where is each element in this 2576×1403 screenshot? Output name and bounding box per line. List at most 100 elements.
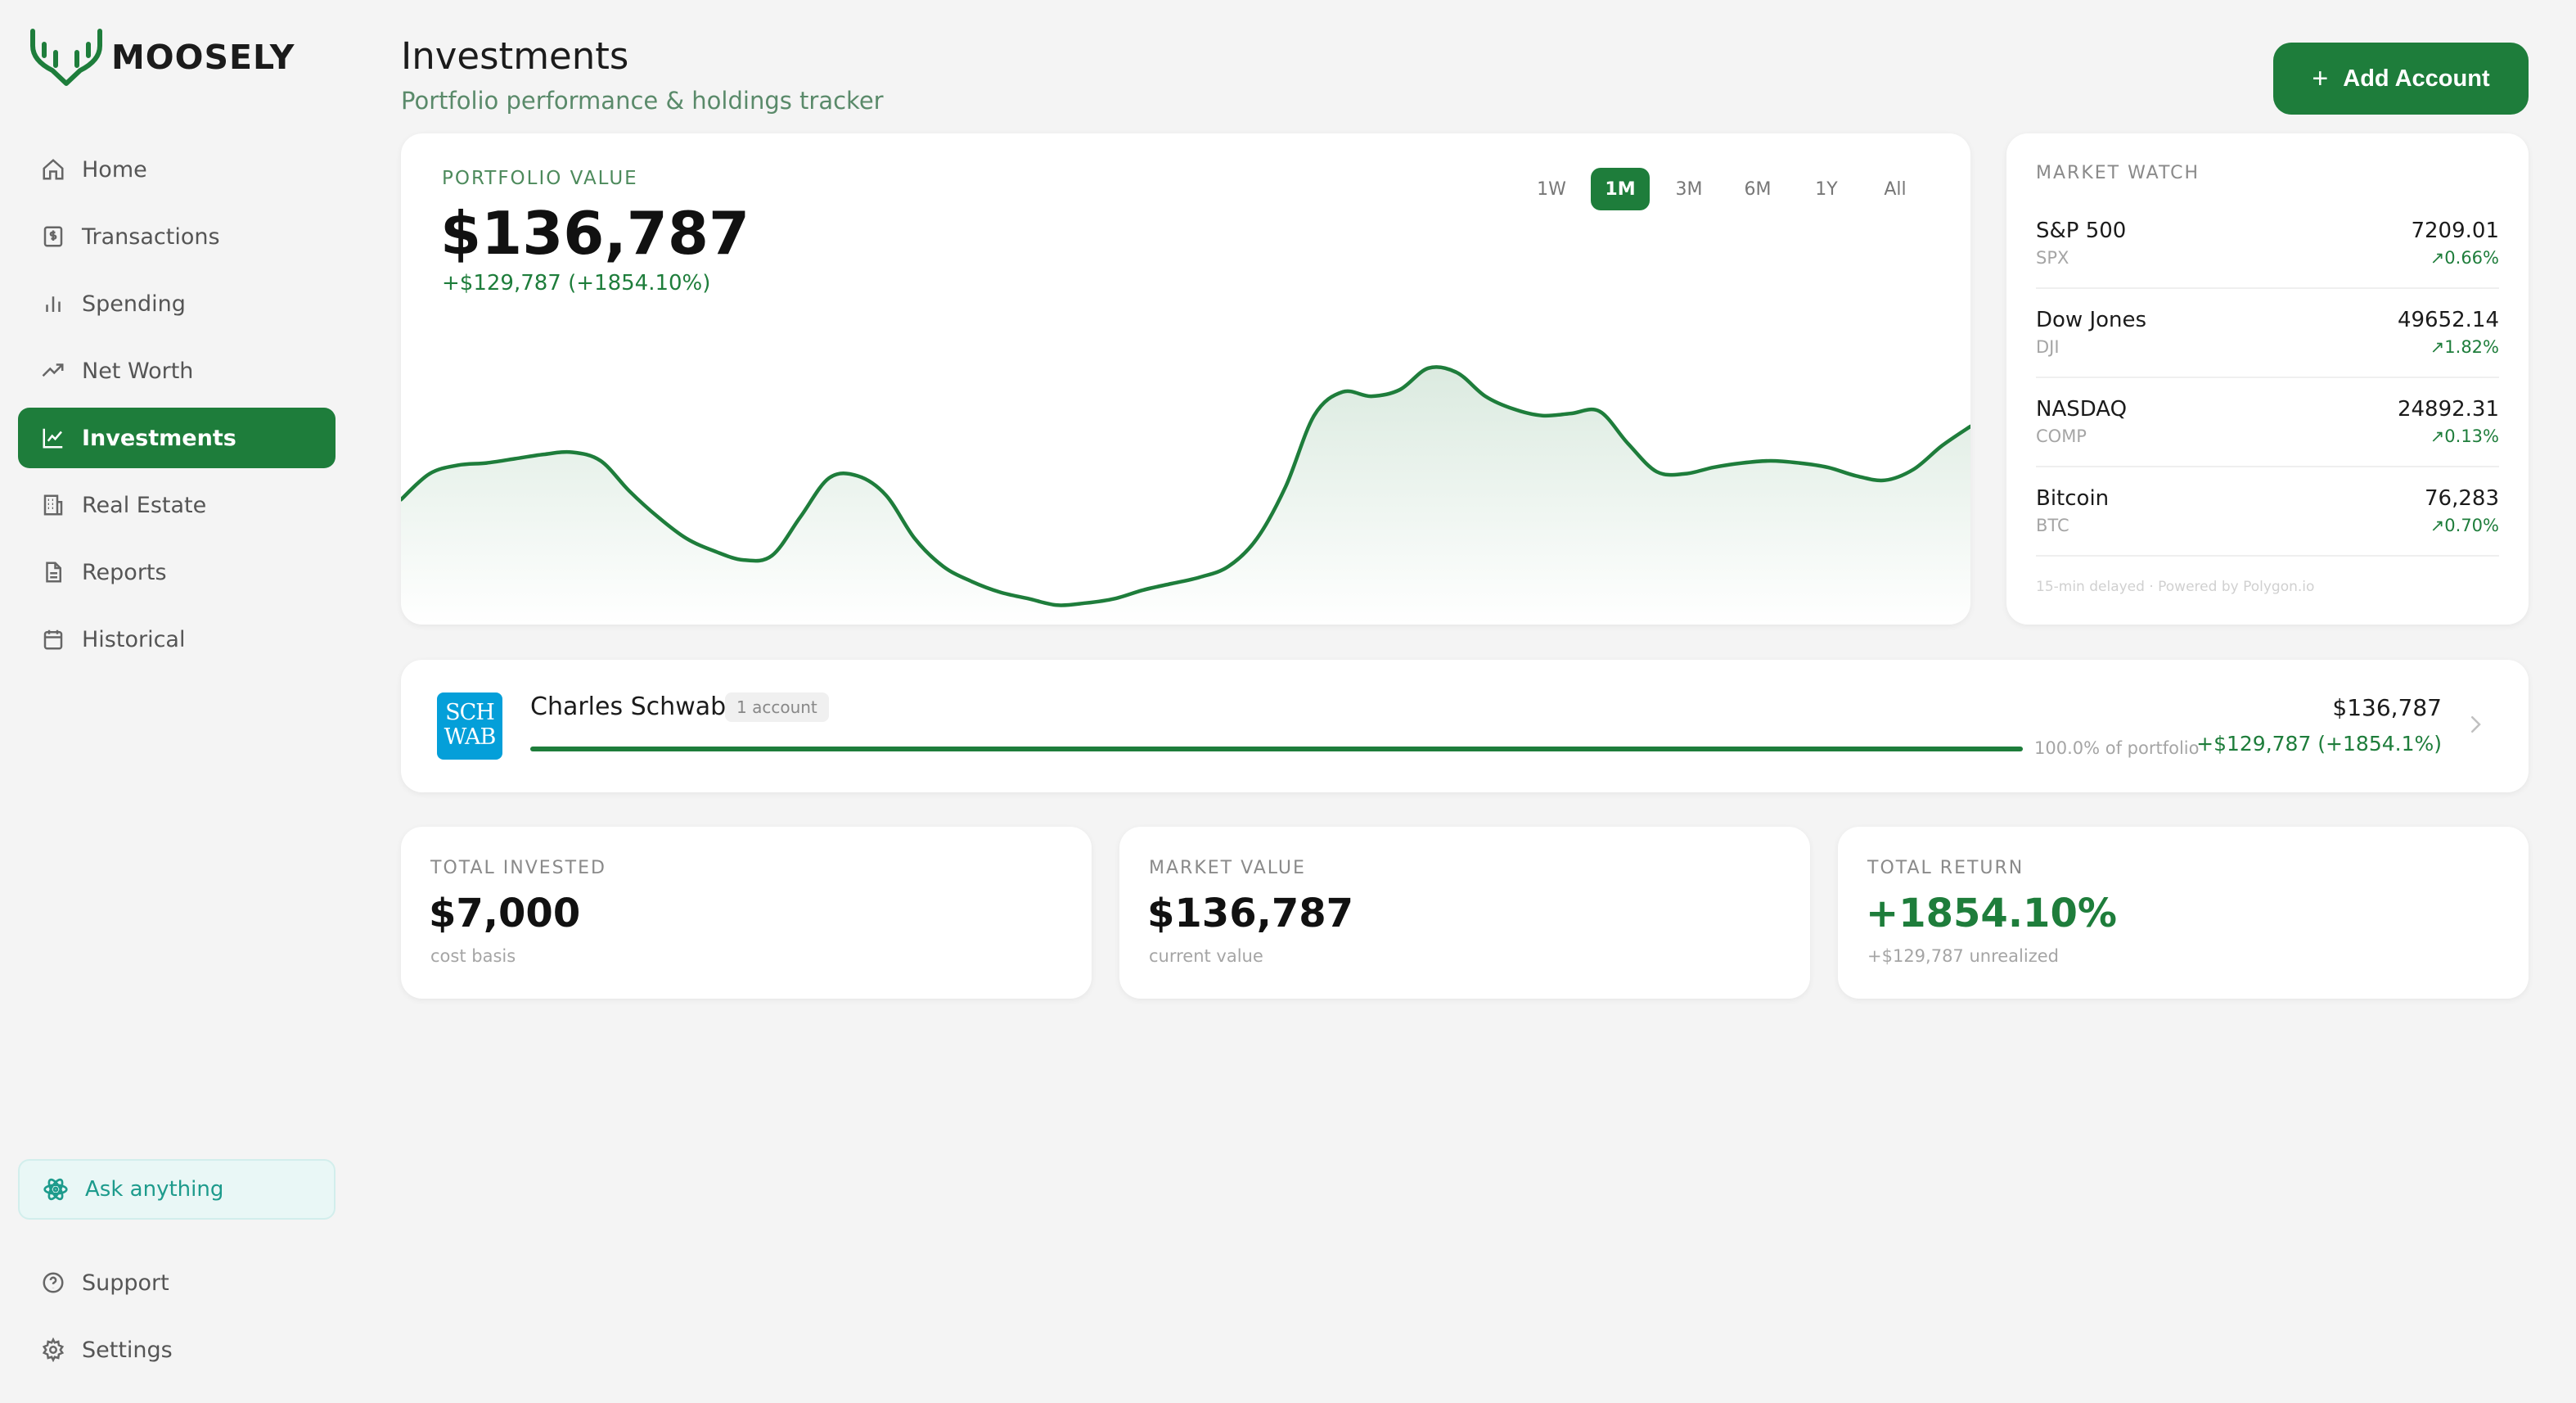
stat-label: TOTAL INVESTED — [430, 858, 606, 878]
schwab-logo-bottom: WAB — [444, 724, 497, 750]
sidebar-item-label: Home — [82, 156, 147, 183]
market-row-dow-jones[interactable]: Dow Jones DJI 49652.14 ↗1.82% — [2036, 290, 2499, 378]
portfolio-share-label: 100.0% of portfolio — [2034, 738, 2200, 758]
portfolio-share-fill — [530, 747, 2023, 751]
calendar-icon — [39, 625, 67, 653]
sidebar-item-transactions[interactable]: Transactions — [18, 206, 336, 267]
account-row-charles-schwab[interactable]: SCH WAB Charles Schwab 1 account 100.0% … — [401, 660, 2529, 792]
sidebar-item-label: Support — [82, 1270, 169, 1296]
document-icon — [39, 558, 67, 586]
range-all-button[interactable]: All — [1866, 168, 1925, 210]
portfolio-value-card: PORTFOLIO VALUE $136,787 +$129,787 (+185… — [401, 133, 1970, 625]
sidebar-bottom-nav: Support Settings — [18, 1252, 336, 1387]
market-watch-footer: 15-min delayed · Powered by Polygon.io — [2036, 579, 2315, 595]
market-watch-card: MARKET WATCH S&P 500 SPX 7209.01 ↗0.66% … — [2006, 133, 2529, 625]
market-row-nasdaq[interactable]: NASDAQ COMP 24892.31 ↗0.13% — [2036, 379, 2499, 467]
sidebar: MOOSELY Home Transactions Spending Net W… — [0, 0, 352, 1403]
sidebar-item-label: Net Worth — [82, 358, 194, 384]
market-value: 24892.31 — [2397, 397, 2499, 422]
sidebar-item-historical[interactable]: Historical — [18, 609, 336, 670]
sidebar-nav: Home Transactions Spending Net Worth Inv… — [18, 139, 336, 676]
stat-value: $7,000 — [429, 891, 581, 936]
bar-chart-icon — [39, 290, 67, 318]
market-value: 76,283 — [2425, 486, 2499, 511]
market-change: ↗0.70% — [2430, 516, 2499, 535]
market-change: ↗1.82% — [2430, 337, 2499, 357]
sidebar-item-label: Spending — [82, 291, 186, 317]
market-name: Bitcoin — [2036, 486, 2110, 511]
page-subtitle: Portfolio performance & holdings tracker — [401, 87, 884, 115]
range-1y-button[interactable]: 1Y — [1797, 168, 1856, 210]
building-icon — [39, 491, 67, 519]
app-logo[interactable]: MOOSELY — [28, 28, 295, 87]
schwab-logo: SCH WAB — [437, 692, 502, 760]
trend-up-icon — [39, 357, 67, 385]
home-icon — [39, 156, 67, 183]
ask-anything-button[interactable]: Ask anything — [18, 1159, 336, 1220]
market-row-sp500[interactable]: S&P 500 SPX 7209.01 ↗0.66% — [2036, 201, 2499, 289]
help-circle-icon — [39, 1269, 67, 1297]
total-invested-card: TOTAL INVESTED $7,000 cost basis — [401, 827, 1092, 999]
portfolio-change: +$129,787 (+1854.10%) — [442, 271, 711, 295]
sidebar-item-home[interactable]: Home — [18, 139, 336, 200]
sidebar-item-investments[interactable]: Investments — [18, 408, 336, 468]
sidebar-item-label: Investments — [82, 425, 236, 451]
range-3m-button[interactable]: 3M — [1660, 168, 1718, 210]
market-symbol: SPX — [2036, 248, 2069, 268]
gear-icon — [39, 1336, 67, 1364]
market-change: ↗0.66% — [2430, 248, 2499, 268]
sidebar-item-spending[interactable]: Spending — [18, 273, 336, 334]
sidebar-item-label: Historical — [82, 626, 186, 652]
portfolio-value-label: PORTFOLIO VALUE — [442, 168, 638, 189]
ask-anything-label: Ask anything — [85, 1177, 224, 1202]
plus-icon: + — [2312, 62, 2329, 94]
stat-label: TOTAL RETURN — [1867, 858, 2024, 878]
market-change: ↗0.13% — [2430, 426, 2499, 446]
range-1w-button[interactable]: 1W — [1522, 168, 1581, 210]
account-change: +$129,787 (+1854.1%) — [2196, 732, 2442, 756]
chevron-right-icon[interactable] — [2463, 712, 2488, 737]
market-value-card: MARKET VALUE $136,787 current value — [1119, 827, 1810, 999]
portfolio-value: $136,787 — [440, 199, 750, 268]
line-chart-icon — [39, 424, 67, 452]
stat-value: $136,787 — [1147, 891, 1354, 936]
range-1m-button[interactable]: 1M — [1591, 168, 1650, 210]
add-account-button[interactable]: + Add Account — [2273, 43, 2529, 115]
time-range-selector: 1W 1M 3M 6M 1Y All — [1522, 168, 1925, 210]
market-value: 7209.01 — [2411, 219, 2499, 243]
market-value: 49652.14 — [2397, 308, 2499, 332]
account-value: $136,787 — [2332, 694, 2442, 721]
app-name: MOOSELY — [111, 38, 295, 77]
sidebar-item-label: Real Estate — [82, 492, 207, 518]
sidebar-item-label: Settings — [82, 1337, 173, 1363]
market-name: S&P 500 — [2036, 219, 2127, 243]
total-return-card: TOTAL RETURN +1854.10% +$129,787 unreali… — [1838, 827, 2529, 999]
market-symbol: DJI — [2036, 337, 2060, 357]
stat-value: +1854.10% — [1866, 891, 2117, 936]
sidebar-item-real-estate[interactable]: Real Estate — [18, 475, 336, 535]
sidebar-item-label: Reports — [82, 559, 167, 585]
market-watch-title: MARKET WATCH — [2036, 163, 2200, 183]
schwab-logo-top: SCH — [445, 700, 495, 725]
stat-label: MARKET VALUE — [1149, 858, 1306, 878]
market-row-bitcoin[interactable]: Bitcoin BTC 76,283 ↗0.70% — [2036, 468, 2499, 557]
stat-subtext: current value — [1149, 946, 1263, 966]
moose-antlers-icon — [30, 29, 102, 86]
market-name: Dow Jones — [2036, 308, 2147, 332]
account-name: Charles Schwab — [530, 692, 727, 721]
sidebar-item-support[interactable]: Support — [18, 1252, 336, 1313]
market-name: NASDAQ — [2036, 397, 2128, 422]
atom-icon — [43, 1178, 68, 1201]
stat-subtext: +$129,787 unrealized — [1867, 946, 2059, 966]
sidebar-item-settings[interactable]: Settings — [18, 1320, 336, 1380]
portfolio-share-bar — [530, 747, 2023, 751]
sidebar-item-net-worth[interactable]: Net Worth — [18, 341, 336, 401]
market-symbol: BTC — [2036, 516, 2069, 535]
page-title: Investments — [401, 34, 629, 78]
stat-subtext: cost basis — [430, 946, 516, 966]
market-symbol: COMP — [2036, 426, 2087, 446]
range-6m-button[interactable]: 6M — [1728, 168, 1787, 210]
add-account-label: Add Account — [2343, 65, 2490, 92]
sidebar-item-reports[interactable]: Reports — [18, 542, 336, 602]
receipt-icon — [39, 223, 67, 250]
